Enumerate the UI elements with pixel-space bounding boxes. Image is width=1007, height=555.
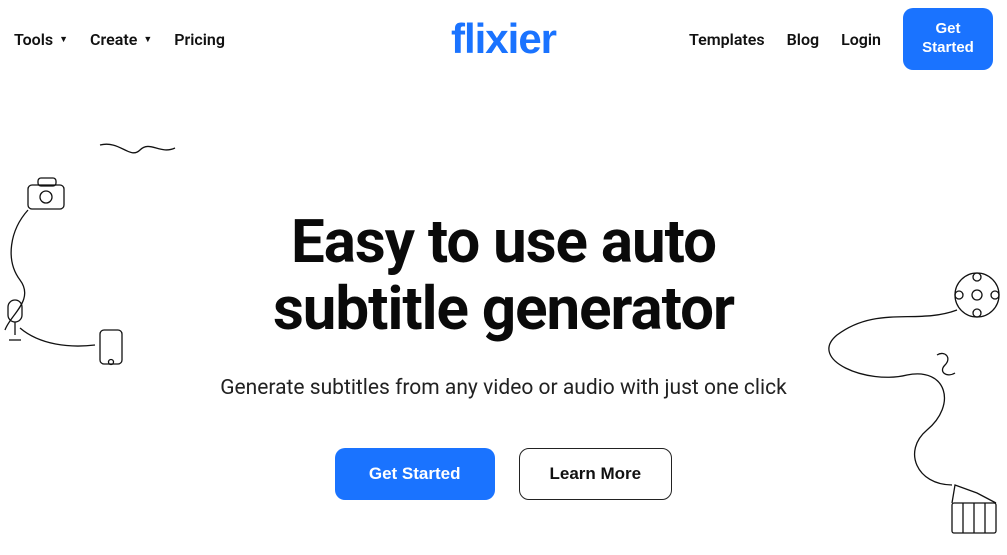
hero-title-line2: subtitle generator [273, 273, 734, 344]
get-started-label: Get Started [922, 20, 974, 56]
nav-templates-label: Templates [689, 30, 765, 49]
nav-login-label: Login [841, 30, 881, 49]
nav-create[interactable]: Create ▼ [90, 30, 152, 49]
hero-get-started-label: Get Started [369, 464, 461, 483]
logo[interactable]: flixier [451, 15, 556, 63]
nav-tools[interactable]: Tools ▼ [14, 30, 68, 49]
nav-blog-label: Blog [787, 30, 819, 49]
hero-title: Easy to use auto subtitle generator [0, 208, 1007, 342]
chevron-down-icon: ▼ [143, 34, 152, 45]
nav-login[interactable]: Login [841, 30, 881, 49]
nav-templates[interactable]: Templates [689, 30, 765, 49]
hero-learn-more-button[interactable]: Learn More [519, 448, 673, 500]
nav-right: Templates Blog Login Get Started [689, 8, 993, 70]
hero-get-started-button[interactable]: Get Started [335, 448, 495, 500]
hero: Easy to use auto subtitle generator Gene… [0, 78, 1007, 500]
hero-title-line1: Easy to use auto [291, 206, 716, 277]
hero-subtitle: Generate subtitles from any video or aud… [0, 376, 1007, 400]
header: Tools ▼ Create ▼ Pricing flixier Templat… [0, 0, 1007, 78]
nav-left: Tools ▼ Create ▼ Pricing [14, 30, 225, 49]
logo-text: flixier [451, 15, 556, 62]
chevron-down-icon: ▼ [59, 34, 68, 45]
nav-tools-label: Tools [14, 30, 53, 49]
cta-row: Get Started Learn More [0, 448, 1007, 500]
nav-create-label: Create [90, 30, 137, 49]
nav-pricing[interactable]: Pricing [174, 30, 225, 49]
get-started-button[interactable]: Get Started [903, 8, 993, 70]
nav-blog[interactable]: Blog [787, 30, 819, 49]
hero-learn-more-label: Learn More [550, 464, 642, 483]
nav-pricing-label: Pricing [174, 30, 225, 49]
